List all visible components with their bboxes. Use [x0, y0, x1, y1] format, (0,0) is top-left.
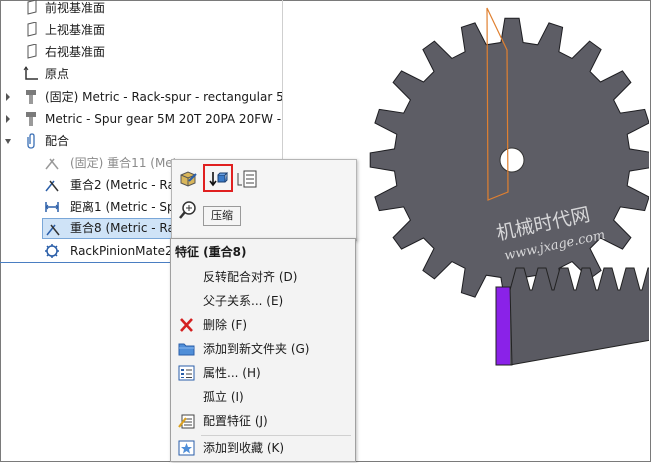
tree-item-label: 距离1 (Metric - Sp	[70, 200, 175, 214]
suppress-icon	[209, 172, 228, 187]
menu-item-parent-child[interactable]: 父子关系... (E)	[171, 290, 353, 312]
coincident-mate-icon	[46, 224, 60, 236]
menu-item-label: 添加到新文件夹 (G)	[203, 342, 310, 356]
plane-icon	[27, 0, 37, 15]
collapse-arrow-icon[interactable]	[4, 135, 12, 147]
tree-item-label: 右视基准面	[45, 45, 106, 59]
menu-item-label: 配置特征 (J)	[203, 414, 268, 428]
expand-arrow-icon[interactable]	[4, 113, 12, 125]
distance-mate-icon	[45, 202, 59, 212]
expand-arrow-icon[interactable]	[4, 91, 12, 103]
tree-item-right-plane[interactable]: 右视基准面	[0, 42, 282, 62]
tree-item-label: 配合	[45, 134, 70, 148]
tree-item-label: 前视基准面	[45, 1, 106, 15]
menu-item-properties[interactable]: 属性... (H)	[171, 362, 353, 384]
menu-item-isolate[interactable]: 孤立 (I)	[171, 386, 353, 408]
plane-icon	[27, 44, 37, 59]
rack-pinion-mate-icon	[45, 244, 59, 258]
properties-icon	[178, 365, 195, 381]
tree-item-label: (固定) 重合11 (Metr	[70, 156, 183, 170]
edit-part-icon[interactable]	[178, 169, 198, 189]
suppress-button[interactable]	[203, 164, 233, 192]
tree-item-front-plane[interactable]: 前视基准面	[0, 0, 282, 20]
tree-item-origin[interactable]: 原点	[0, 64, 282, 84]
tree-item-spur-gear-part[interactable]: Metric - Spur gear 5M 20T 20PA 20FW -	[0, 109, 282, 129]
menu-item-configure-feature[interactable]: 配置特征 (J)	[171, 410, 353, 432]
zoom-to-selection-icon[interactable]	[178, 200, 198, 220]
part-icon	[26, 112, 36, 126]
menu-item-add-to-favorites[interactable]: 添加到收藏 (K)	[171, 437, 353, 459]
menu-item-label: 删除 (F)	[203, 318, 248, 332]
configure-feature-icon	[178, 414, 195, 429]
delete-x-icon	[180, 318, 193, 332]
tooltip: 压缩	[203, 206, 241, 226]
part-icon	[26, 90, 36, 104]
plane-icon	[27, 22, 37, 37]
tree-item-label: Metric - Spur gear 5M 20T 20PA 20FW -	[45, 112, 282, 126]
menu-item-flip-mate-alignment[interactable]: 反转配合对齐 (D)	[171, 266, 353, 288]
tree-item-label: 重合2 (Metric - Ra	[70, 178, 175, 192]
menu-item-label: 孤立 (I)	[203, 390, 244, 404]
rack-model[interactable]	[495, 267, 651, 366]
coincident-mate-icon	[45, 180, 59, 192]
tree-item-rack-part[interactable]: (固定) Metric - Rack-spur - rectangular 5	[0, 87, 284, 107]
menu-item-label: 属性... (H)	[203, 366, 261, 380]
menu-separator	[201, 435, 351, 436]
mates-paperclip-icon	[27, 133, 35, 149]
menu-item-label: 反转配合对齐 (D)	[203, 270, 298, 284]
menu-item-add-to-new-folder[interactable]: 添加到新文件夹 (G)	[171, 338, 353, 360]
tree-item-label: 上视基准面	[45, 23, 106, 37]
context-mini-toolbar	[171, 159, 357, 241]
origin-icon	[23, 66, 38, 80]
selected-face[interactable]	[496, 287, 510, 365]
menu-item-delete[interactable]: 删除 (F)	[171, 314, 353, 336]
menu-item-label: 添加到收藏 (K)	[203, 441, 285, 455]
tree-item-label: (固定) Metric - Rack-spur - rectangular 5	[45, 90, 284, 104]
folder-icon	[178, 343, 195, 356]
tree-item-label: RackPinionMate2	[70, 244, 173, 258]
context-menu-header: 特征 (重合8)	[175, 245, 247, 259]
configure-icon[interactable]	[236, 169, 258, 189]
menu-item-label: 父子关系... (E)	[203, 294, 284, 308]
coincident-mate-icon	[45, 158, 59, 170]
tree-item-top-plane[interactable]: 上视基准面	[0, 20, 282, 40]
context-menu: 特征 (重合8) 反转配合对齐 (D) 父子关系... (E) 删除 (F) 添…	[170, 238, 356, 462]
gear-bore-hole	[499, 147, 525, 173]
favorites-icon	[178, 440, 195, 456]
tree-item-mates[interactable]: 配合	[0, 131, 282, 151]
tree-item-label: 原点	[45, 67, 70, 81]
